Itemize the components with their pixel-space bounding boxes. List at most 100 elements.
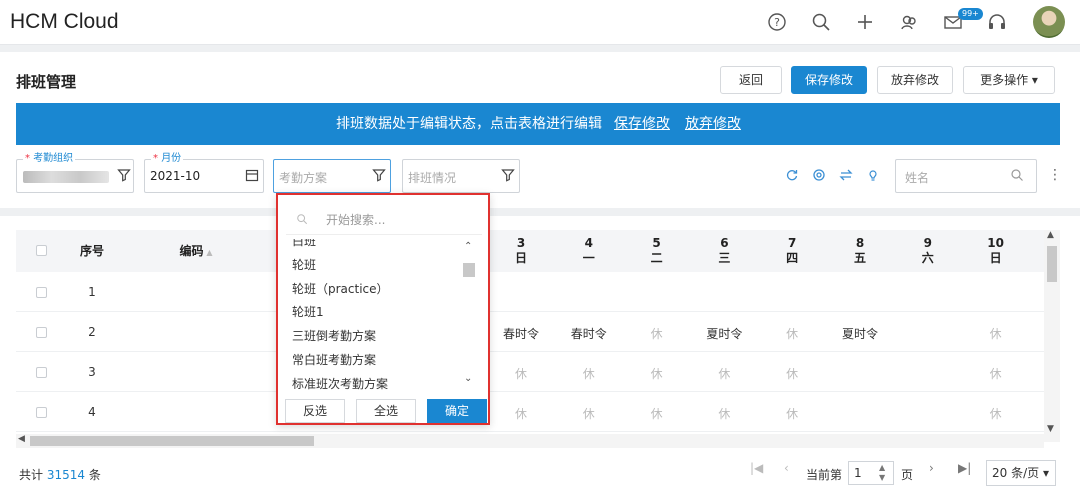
schedule-cell[interactable]: 休	[762, 325, 822, 342]
schedule-cell[interactable]: 休	[762, 365, 822, 382]
schedule-cell[interactable]: 休	[491, 405, 551, 422]
refresh-icon[interactable]	[785, 168, 799, 182]
dropdown-option[interactable]: 标准班次考勤方案	[292, 375, 388, 392]
dropdown-scrollbar[interactable]: ⌃ ⌄	[462, 239, 476, 389]
table-row[interactable]: 3休休休休休休	[16, 352, 1060, 392]
header-day: 5二	[650, 236, 663, 265]
row-checkbox[interactable]	[36, 287, 47, 298]
more-actions-button[interactable]: 更多操作 ▾	[963, 66, 1055, 94]
schedule-cell[interactable]: 休	[627, 405, 687, 422]
schedule-cell[interactable]: 休	[966, 325, 1026, 342]
banner-message: 排班数据处于编辑状态，点击表格进行编辑	[336, 116, 602, 132]
vertical-scroll-thumb[interactable]	[1047, 246, 1057, 282]
page-number-input[interactable]: 1 ▲ ▼	[848, 461, 894, 485]
schedule-cell[interactable]: 休	[559, 405, 619, 422]
first-page-icon[interactable]: |◀	[750, 461, 763, 475]
search-icon[interactable]	[811, 12, 831, 32]
chevron-down-icon[interactable]: ⌄	[464, 373, 472, 384]
next-page-icon[interactable]: ›	[929, 461, 934, 475]
chevron-up-icon[interactable]: ⌃	[464, 241, 472, 252]
plan-filter[interactable]: 考勤方案	[273, 159, 391, 193]
table-row[interactable]: 1	[16, 272, 1060, 312]
horizontal-scrollbar[interactable]: ◀	[16, 434, 1044, 448]
dropdown-list: 白班轮班轮班（practice） 轮班1 三班倒考勤方案 常白班考勤方案 标准班次考勤方…	[278, 239, 476, 393]
dropdown-option[interactable]: 白班	[292, 239, 316, 249]
last-page-icon[interactable]: ▶|	[958, 461, 971, 475]
avatar[interactable]	[1033, 6, 1065, 38]
dropdown-search[interactable]: 开始搜索...	[286, 205, 482, 235]
schedule-cell[interactable]: 春时令	[559, 325, 619, 342]
header-day: 3日	[514, 236, 527, 265]
plan-filter-dropdown: 开始搜索... 白班轮班轮班（practice） 轮班1 三班倒考勤方案 常白班考勤方…	[276, 193, 490, 425]
banner-save-link[interactable]: 保存修改	[614, 103, 670, 145]
month-filter-value: 2021-10	[150, 169, 201, 183]
headset-icon[interactable]	[987, 12, 1007, 32]
row-index: 3	[88, 365, 96, 379]
swap-icon[interactable]	[839, 168, 853, 182]
svg-text:?: ?	[774, 16, 780, 29]
banner-discard-link[interactable]: 放弃修改	[685, 103, 741, 145]
dropdown-search-placeholder: 开始搜索...	[326, 213, 386, 227]
name-search[interactable]: 姓名	[895, 159, 1037, 193]
dropdown-option[interactable]: 常白班考勤方案	[292, 351, 376, 368]
schedule-cell[interactable]: 夏时令	[694, 325, 754, 342]
settings-icon[interactable]	[812, 168, 826, 182]
header-day: 4一	[582, 236, 595, 265]
schedule-cell[interactable]: 休	[694, 365, 754, 382]
schedule-cell[interactable]: 休	[559, 365, 619, 382]
add-icon[interactable]	[855, 12, 875, 32]
scroll-down-icon[interactable]: ▼	[1047, 424, 1054, 434]
schedule-cell[interactable]: 休	[762, 405, 822, 422]
table-row[interactable]: 2 春时令 春时令休夏时令休夏时令休	[16, 312, 1060, 352]
status-filter[interactable]: 排班情况	[402, 159, 520, 193]
page-stepper-icon[interactable]: ▲ ▼	[879, 463, 885, 483]
table-header: 序号 编码 ▲ 3 日 4 一 5 二 6 三 7 四 8 五 9 六 10 日	[16, 230, 1060, 272]
users-icon[interactable]	[899, 12, 919, 32]
dropdown-option[interactable]: 三班倒考勤方案	[292, 327, 376, 344]
row-checkbox[interactable]	[36, 327, 47, 338]
select-all-button[interactable]: 全选	[356, 399, 416, 423]
page-size-select[interactable]: 20 条/页 ▾	[986, 460, 1056, 486]
status-filter-placeholder: 排班情况	[408, 171, 457, 185]
name-search-placeholder: 姓名	[905, 171, 930, 185]
table-row[interactable]: 4休休休休休休	[16, 392, 1060, 432]
bulb-icon[interactable]	[866, 168, 880, 182]
schedule-cell[interactable]: 休	[966, 365, 1026, 382]
schedule-cell[interactable]: 休	[627, 325, 687, 342]
filter-icon	[117, 168, 131, 182]
header-day: 10 日	[987, 236, 1004, 265]
discard-changes-button[interactable]: 放弃修改	[877, 66, 953, 94]
schedule-cell[interactable]: 夏时令	[830, 325, 890, 342]
dropdown-scroll-thumb[interactable]	[463, 263, 475, 277]
scroll-up-icon[interactable]: ▲	[1047, 230, 1054, 240]
select-all-checkbox[interactable]	[36, 245, 47, 256]
header-code[interactable]: 编码 ▲	[166, 244, 226, 260]
vertical-scrollbar[interactable]: ▲ ▼	[1044, 230, 1060, 442]
dropdown-option[interactable]: 轮班（practice）	[292, 280, 389, 297]
schedule-table: 序号 编码 ▲ 3 日 4 一 5 二 6 三 7 四 8 五 9 六 10 日 1 2 春时令 春时令休夏时令休夏…	[16, 230, 1060, 442]
row-checkbox[interactable]	[36, 407, 47, 418]
schedule-cell[interactable]: 休	[491, 365, 551, 382]
prev-page-icon[interactable]: ‹	[784, 461, 789, 475]
schedule-cell[interactable]: 休	[694, 405, 754, 422]
row-index: 2	[88, 325, 96, 339]
horizontal-scroll-thumb[interactable]	[30, 436, 314, 446]
schedule-cell[interactable]: 休	[966, 405, 1026, 422]
row-index: 4	[88, 405, 96, 419]
help-icon[interactable]: ?	[767, 12, 787, 32]
save-changes-button[interactable]: 保存修改	[791, 66, 867, 94]
org-filter[interactable]: * 考勤组织	[16, 152, 134, 193]
schedule-cell[interactable]: 春时令	[491, 325, 551, 342]
invert-selection-button[interactable]: 反选	[285, 399, 345, 423]
dropdown-option[interactable]: 轮班1	[292, 303, 324, 320]
edit-status-banner: 排班数据处于编辑状态，点击表格进行编辑 保存修改 放弃修改	[16, 103, 1060, 145]
filter-icon	[501, 168, 515, 182]
confirm-button[interactable]: 确定	[427, 399, 487, 423]
scroll-left-icon[interactable]: ◀	[18, 434, 25, 444]
schedule-cell[interactable]: 休	[627, 365, 687, 382]
month-filter[interactable]: * 月份 2021-10	[144, 152, 264, 193]
dropdown-option[interactable]: 轮班	[292, 256, 316, 273]
more-vertical-icon[interactable]: ⋮	[1048, 167, 1062, 183]
row-checkbox[interactable]	[36, 367, 47, 378]
back-button[interactable]: 返回	[720, 66, 782, 94]
